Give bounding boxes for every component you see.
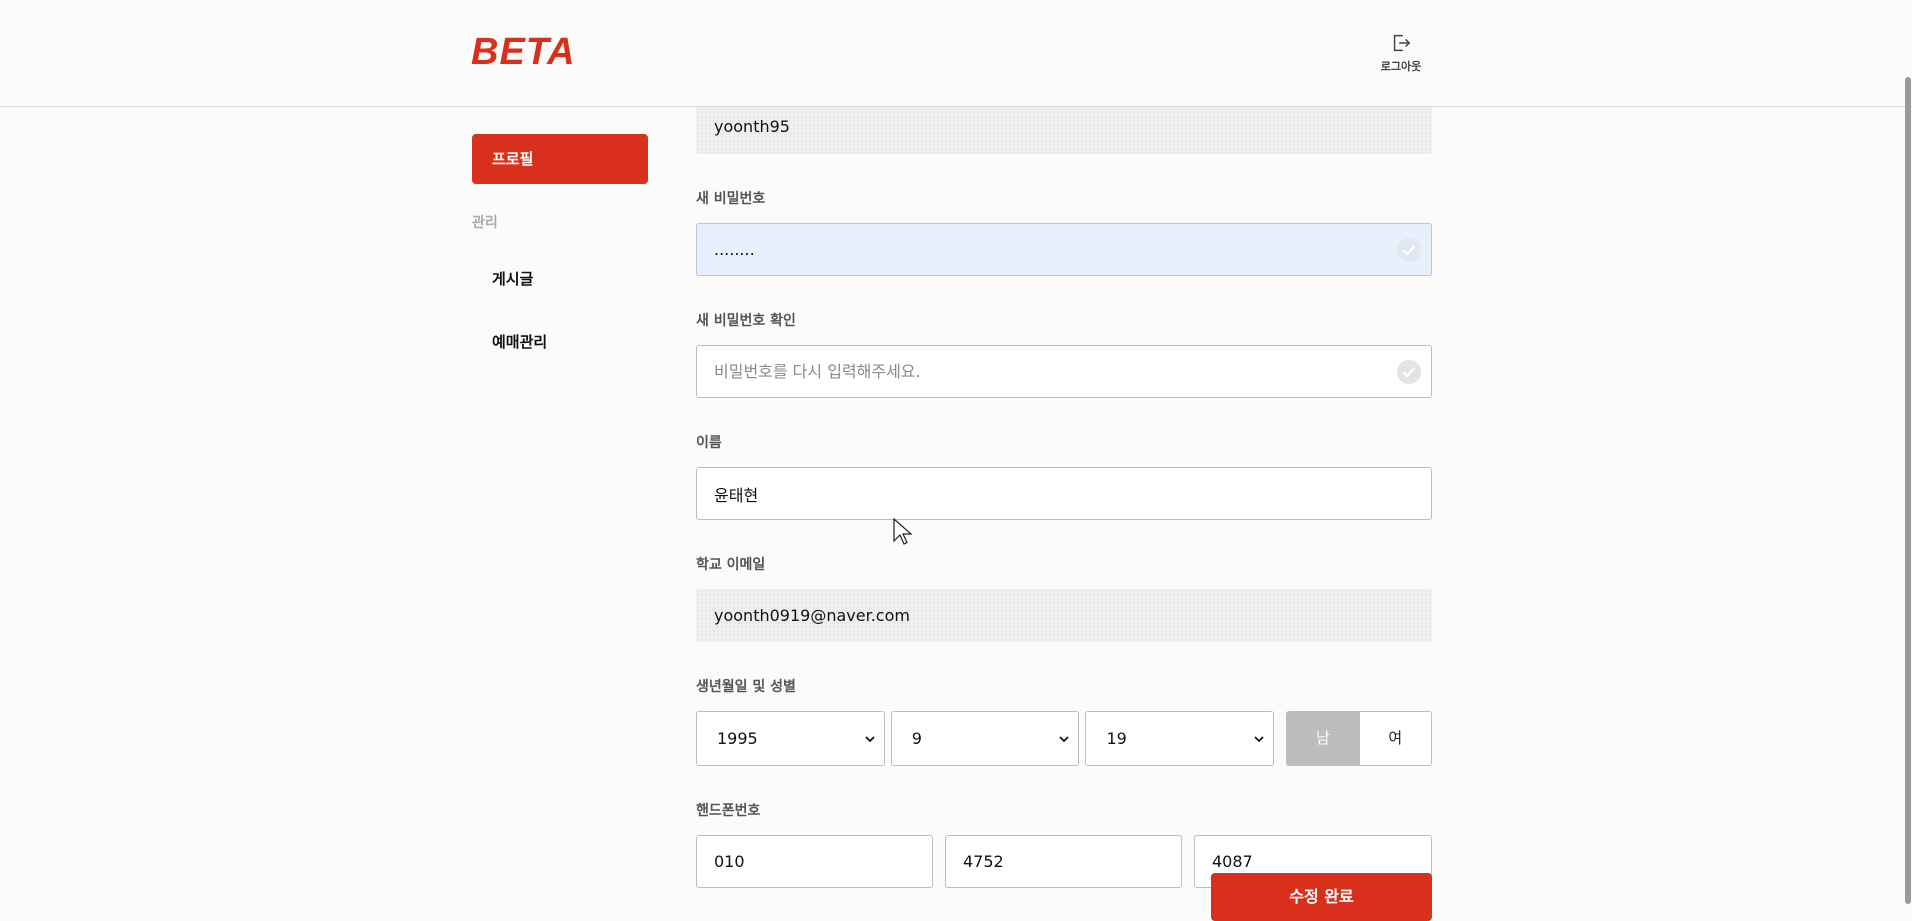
birth-year-select[interactable]: 1995 [696,711,885,766]
new-password-wrap [696,223,1432,276]
mouse-cursor-icon [893,518,913,545]
sidebar: 프로필 관리 게시글 예매관리 [472,134,648,352]
name-input[interactable] [696,467,1432,520]
birth-month-value: 9 [911,729,922,748]
scrollbar-thumb[interactable] [1905,77,1911,904]
gender-male-button[interactable]: 남 [1287,712,1359,765]
sidebar-item-reservations[interactable]: 예매관리 [472,331,648,352]
chevron-down-icon [1059,736,1070,743]
birth-year-value: 1995 [717,729,758,748]
birth-month-select[interactable]: 9 [890,711,1080,766]
sidebar-item-posts[interactable]: 게시글 [472,268,648,289]
name-wrap [696,467,1432,520]
confirm-password-input[interactable] [696,345,1432,398]
check-circle-icon [1397,238,1421,262]
chevron-down-icon [865,736,875,743]
new-password-label: 새 비밀번호 [696,191,766,207]
phone-part2-input[interactable]: 4752 [945,835,1182,888]
gender-female-button[interactable]: 여 [1358,712,1431,765]
logout-icon [1393,34,1411,52]
submit-button[interactable]: 수정 완료 [1211,873,1432,921]
profile-form: yoonth95 새 비밀번호 새 비밀번호 확인 이름 학교 이메일 yoon… [696,107,1432,888]
birth-day-select[interactable]: 19 [1085,711,1275,766]
sidebar-section-title: 관리 [472,215,498,231]
check-circle-icon [1397,360,1421,384]
birth-day-value: 19 [1106,729,1127,748]
phone-part1-input[interactable]: 010 [696,835,933,888]
name-label: 이름 [696,435,722,451]
user-id-field: yoonth95 [696,107,1432,154]
phone-label: 핸드폰번호 [696,803,761,819]
email-field: yoonth0919@naver.com [696,589,1432,642]
birth-gender-label: 생년월일 및 성별 [696,679,796,695]
logo[interactable]: BETA [471,31,576,74]
chevron-down-icon [1254,736,1264,743]
header: BETA 로그아웃 [0,0,1912,107]
logout-button[interactable]: 로그아웃 [1374,32,1428,74]
scrollbar[interactable] [1904,65,1912,904]
email-label: 학교 이메일 [696,557,766,573]
birth-gender-row: 1995 9 19 남 여 [696,711,1432,766]
logout-label: 로그아웃 [1380,60,1422,73]
new-password-input[interactable] [696,223,1432,276]
sidebar-item-profile[interactable]: 프로필 [472,134,648,184]
gender-toggle: 남 여 [1286,711,1432,766]
confirm-password-label: 새 비밀번호 확인 [696,313,796,329]
confirm-password-wrap [696,345,1432,398]
